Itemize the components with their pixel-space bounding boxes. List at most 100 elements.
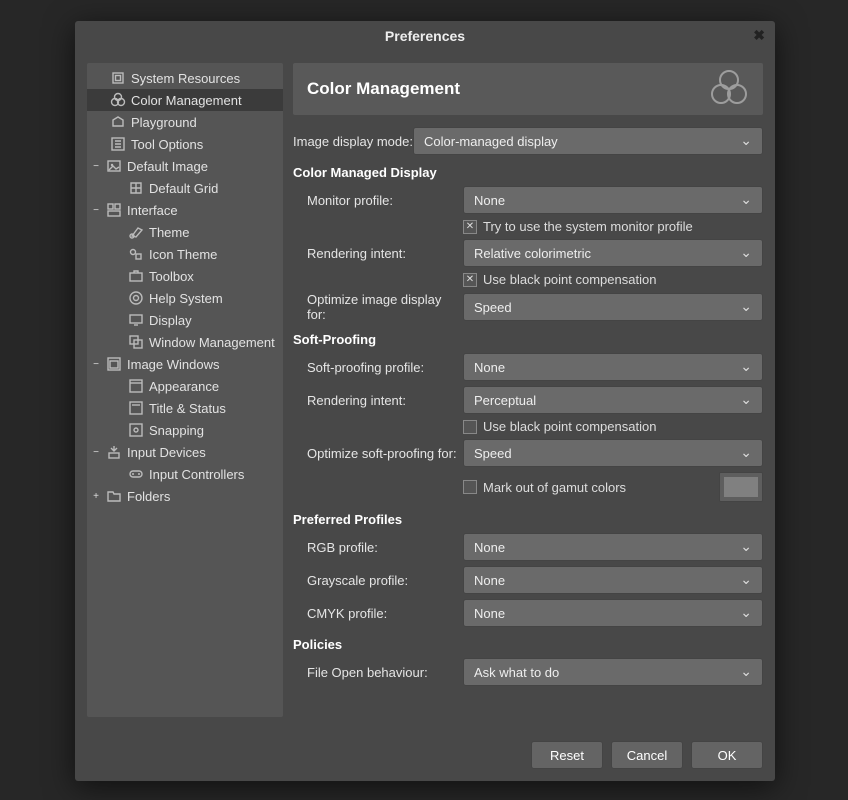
gamut-color-button[interactable]: [719, 472, 763, 502]
use-system-profile-checkbox[interactable]: ✕: [463, 220, 477, 234]
sidebar-item-tool-options[interactable]: Tool Options: [87, 133, 283, 155]
fileopen-select[interactable]: Ask what to do: [463, 658, 763, 686]
tree-expander-icon[interactable]: −: [91, 161, 101, 172]
color-circles-icon: [709, 68, 749, 111]
sidebar-item-label: Color Management: [131, 93, 242, 108]
bpc-sp-checkbox[interactable]: [463, 420, 477, 434]
sidebar-item-label: System Resources: [131, 71, 240, 86]
circles-icon: [109, 91, 127, 109]
sidebar-item-image-windows[interactable]: − Image Windows: [87, 353, 283, 375]
rgb-profile-label: RGB profile:: [293, 540, 463, 555]
section-preferred-profiles: Preferred Profiles: [293, 512, 763, 527]
sidebar-item-theme[interactable]: Theme: [87, 221, 283, 243]
monitor-profile-select[interactable]: None: [463, 186, 763, 214]
chip-icon: [109, 69, 127, 87]
section-policies: Policies: [293, 637, 763, 652]
bpc-sp-label: Use black point compensation: [483, 419, 656, 434]
gamut-checkbox[interactable]: [463, 480, 477, 494]
controllers-icon: [127, 465, 145, 483]
display-mode-select[interactable]: Color-managed display: [413, 127, 763, 155]
sidebar-item-label: Help System: [149, 291, 223, 306]
rendering-intent-sp-select[interactable]: Perceptual: [463, 386, 763, 414]
page-title: Color Management: [307, 79, 460, 99]
sidebar-item-label: Window Management: [149, 335, 275, 350]
sidebar-item-interface[interactable]: − Interface: [87, 199, 283, 221]
title-icon: [127, 399, 145, 417]
sidebar-item-label: Toolbox: [149, 269, 194, 284]
icontheme-icon: [127, 245, 145, 263]
sidebar-item-folders[interactable]: + Folders: [87, 485, 283, 507]
help-icon: [127, 289, 145, 307]
gamut-label: Mark out of gamut colors: [483, 480, 719, 495]
sidebar-item-label: Image Windows: [127, 357, 219, 372]
toy-icon: [109, 113, 127, 131]
imgwin-icon: [105, 355, 123, 373]
grayscale-profile-select[interactable]: None: [463, 566, 763, 594]
rendering-intent-display-select[interactable]: Relative colorimetric: [463, 239, 763, 267]
sidebar-item-system-resources[interactable]: System Resources: [87, 67, 283, 89]
titlebar: Preferences ✖: [75, 21, 775, 51]
sidebar-item-label: Title & Status: [149, 401, 226, 416]
sidebar-item-label: Playground: [131, 115, 197, 130]
page-header: Color Management: [293, 63, 763, 115]
sidebar-item-label: Default Grid: [149, 181, 218, 196]
sidebar-item-label: Input Controllers: [149, 467, 244, 482]
grayscale-profile-label: Grayscale profile:: [293, 573, 463, 588]
optimize-sp-select[interactable]: Speed: [463, 439, 763, 467]
ok-button[interactable]: OK: [691, 741, 763, 769]
sidebar-item-input-devices[interactable]: −Input Devices: [87, 441, 283, 463]
tree-expander-icon[interactable]: −: [91, 359, 101, 370]
close-icon[interactable]: ✖: [753, 27, 765, 44]
theme-icon: [127, 223, 145, 241]
sidebar-item-window-management[interactable]: Window Management: [87, 331, 283, 353]
sidebar-item-snapping[interactable]: Snapping: [87, 419, 283, 441]
toolbox-icon: [127, 267, 145, 285]
sidebar-item-help-system[interactable]: Help System: [87, 287, 283, 309]
image-icon: [105, 157, 123, 175]
display-icon: [127, 311, 145, 329]
rendering-intent-sp-label: Rendering intent:: [293, 393, 463, 408]
dialog-footer: Reset Cancel OK: [75, 729, 775, 781]
cancel-button[interactable]: Cancel: [611, 741, 683, 769]
bpc-display-checkbox[interactable]: ✕: [463, 273, 477, 287]
tree-expander-icon[interactable]: −: [91, 447, 101, 458]
sidebar-item-title-status[interactable]: Title & Status: [87, 397, 283, 419]
tree-expander-icon[interactable]: +: [91, 491, 101, 502]
section-softproofing: Soft-Proofing: [293, 332, 763, 347]
monitor-profile-label: Monitor profile:: [293, 193, 463, 208]
optimize-display-label: Optimize image display for:: [293, 292, 463, 322]
sidebar-item-toolbox[interactable]: Toolbox: [87, 265, 283, 287]
sidebar-item-color-management[interactable]: Color Management: [87, 89, 283, 111]
preferences-dialog: Preferences ✖ System Resources Color Mana…: [75, 21, 775, 781]
sidebar-item-playground[interactable]: Playground: [87, 111, 283, 133]
reset-button[interactable]: Reset: [531, 741, 603, 769]
sidebar-item-label: Interface: [127, 203, 178, 218]
tool-icon: [109, 135, 127, 153]
softproof-profile-label: Soft-proofing profile:: [293, 360, 463, 375]
sidebar-item-default-grid[interactable]: Default Grid: [87, 177, 283, 199]
sidebar-item-default-image[interactable]: − Default Image: [87, 155, 283, 177]
tree-expander-icon[interactable]: −: [91, 205, 101, 216]
rgb-profile-select[interactable]: None: [463, 533, 763, 561]
sidebar-item-label: Default Image: [127, 159, 208, 174]
sidebar-item-display[interactable]: Display: [87, 309, 283, 331]
fileopen-label: File Open behaviour:: [293, 665, 463, 680]
grid-icon: [127, 179, 145, 197]
softproof-profile-select[interactable]: None: [463, 353, 763, 381]
sidebar-item-icon-theme[interactable]: Icon Theme: [87, 243, 283, 265]
window-title: Preferences: [385, 28, 465, 44]
rendering-intent-display-label: Rendering intent:: [293, 246, 463, 261]
optimize-sp-label: Optimize soft-proofing for:: [293, 446, 463, 461]
section-color-managed-display: Color Managed Display: [293, 165, 763, 180]
sidebar-item-label: Snapping: [149, 423, 204, 438]
optimize-display-select[interactable]: Speed: [463, 293, 763, 321]
windows-icon: [127, 333, 145, 351]
cmyk-profile-select[interactable]: None: [463, 599, 763, 627]
sidebar-item-input-controllers[interactable]: Input Controllers: [87, 463, 283, 485]
sidebar-item-label: Tool Options: [131, 137, 203, 152]
sidebar-item-label: Folders: [127, 489, 170, 504]
sidebar-item-appearance[interactable]: Appearance: [87, 375, 283, 397]
sidebar-item-label: Icon Theme: [149, 247, 217, 262]
display-mode-label: Image display mode:: [293, 134, 413, 149]
main-panel: Color Management Image display mode: Col…: [293, 63, 763, 717]
